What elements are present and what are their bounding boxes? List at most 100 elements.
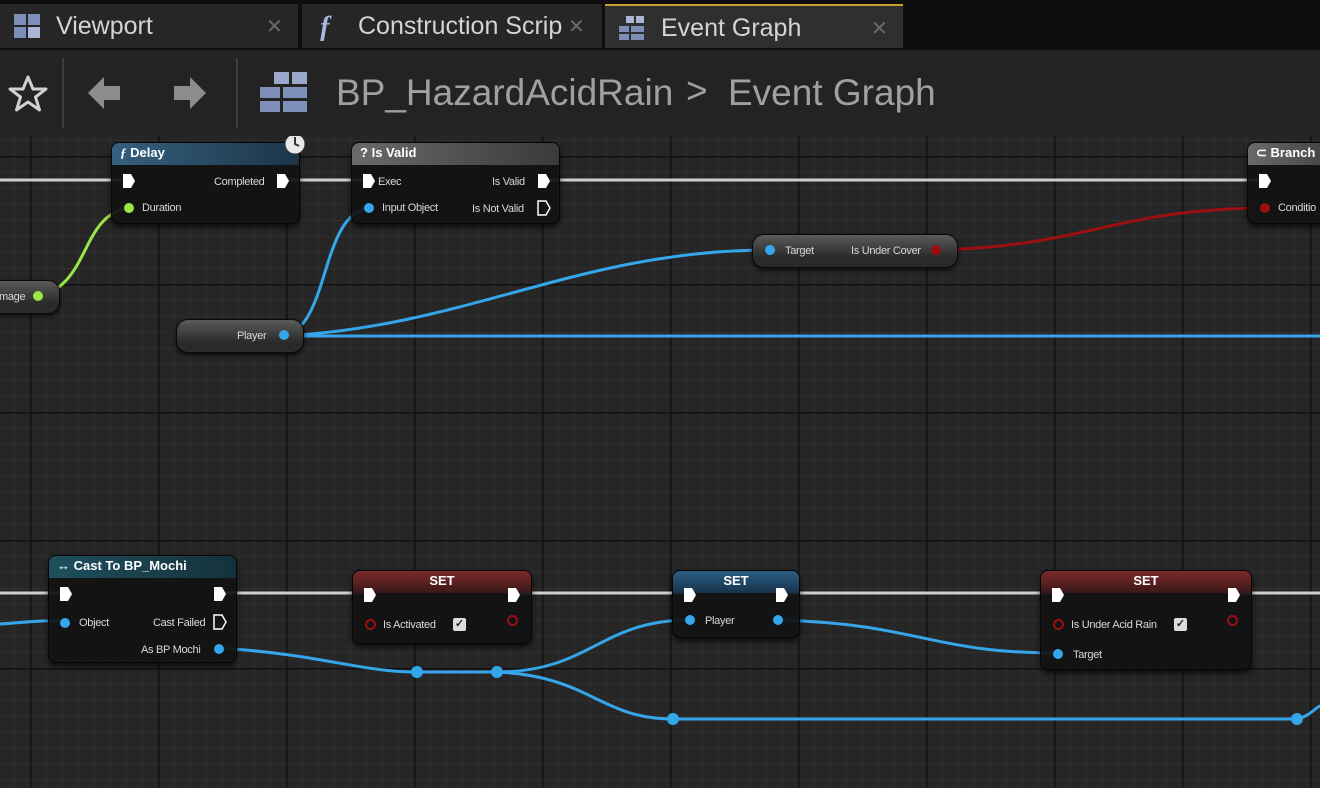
pin-label: Is Not Valid — [472, 203, 524, 215]
is-under-acid-rain-checkbox[interactable]: ✓ — [1174, 618, 1187, 631]
exec-output-pin[interactable] — [537, 173, 551, 189]
object-wire — [282, 248, 772, 338]
bool-input-pin[interactable] — [365, 619, 376, 630]
node-header: ? Is Valid — [352, 143, 559, 165]
object-output-pin[interactable] — [279, 330, 289, 340]
object-input-pin[interactable] — [364, 203, 374, 213]
pin-label: Target — [785, 245, 814, 257]
variable-label: Player — [237, 330, 267, 342]
svg-text:f: f — [320, 12, 332, 41]
tab-label: Construction Scrip — [358, 12, 563, 40]
set-player-node[interactable]: SET Player — [672, 570, 800, 638]
object-output-pin[interactable] — [214, 644, 224, 654]
exec-input-pin[interactable] — [1258, 173, 1272, 189]
tab-construction-script[interactable]: f Construction Scrip ✕ — [302, 4, 602, 48]
exec-input-pin[interactable] — [122, 173, 136, 189]
object-input-pin[interactable] — [765, 245, 775, 255]
pin-label: Input Object — [382, 202, 438, 214]
breadcrumb-blueprint[interactable]: BP_HazardAcidRain — [336, 72, 673, 114]
function-icon: ƒ — [120, 145, 127, 160]
exec-input-pin[interactable] — [363, 587, 377, 603]
breadcrumb-graph[interactable]: Event Graph — [728, 72, 936, 114]
reroute-node[interactable] — [667, 713, 679, 725]
close-icon[interactable]: ✕ — [266, 14, 283, 39]
pin-label: Is Under Acid Rain — [1071, 619, 1157, 631]
exec-output-pin[interactable] — [213, 586, 227, 602]
object-input-pin[interactable] — [685, 615, 695, 625]
reroute-node[interactable] — [1291, 713, 1303, 725]
float-input-pin[interactable] — [124, 203, 134, 213]
question-icon: ? — [360, 145, 368, 160]
node-header: SET — [353, 571, 531, 593]
pin-label: Object — [79, 617, 109, 629]
tab-event-graph[interactable]: Event Graph ✕ — [605, 4, 903, 48]
pin-label: Target — [1073, 649, 1102, 661]
pin-label: Is Under Cover — [851, 245, 921, 257]
branch-icon: ⊂ — [1256, 145, 1267, 160]
tab-viewport[interactable]: Viewport ✕ — [0, 4, 298, 48]
cast-arrow-icon: ↔ — [57, 558, 70, 573]
pin-label: Completed — [214, 176, 265, 188]
exec-output-pin[interactable] — [276, 173, 290, 189]
pin-label: Cast Failed — [153, 617, 206, 629]
variable-label: mage — [0, 291, 26, 303]
pin-label: As BP Mochi — [141, 644, 201, 656]
object-wire — [495, 670, 675, 721]
set-is-activated-node[interactable]: SET Is Activated ✓ — [352, 570, 532, 644]
object-wire — [282, 206, 370, 338]
node-title: Delay — [130, 145, 165, 160]
bool-output-pin[interactable] — [931, 245, 941, 255]
exec-input-pin[interactable] — [59, 586, 73, 602]
close-icon[interactable]: ✕ — [871, 16, 888, 41]
node-header: ƒ Delay — [112, 143, 299, 165]
graph-toolbar: BP_HazardAcidRain > Event Graph — [0, 50, 1320, 137]
back-arrow-icon[interactable] — [86, 74, 124, 112]
object-input-pin[interactable] — [1053, 649, 1063, 659]
exec-output-pin[interactable] — [507, 587, 521, 603]
node-header: ⊂ Branch — [1248, 143, 1320, 165]
bool-input-pin[interactable] — [1260, 203, 1270, 213]
object-input-pin[interactable] — [60, 618, 70, 628]
exec-output-pin[interactable] — [775, 587, 789, 603]
graph-wires — [0, 178, 1320, 721]
exec-input-pin[interactable] — [683, 587, 697, 603]
pin-label: Duration — [142, 202, 182, 214]
cast-to-bp-mochi-node[interactable]: ↔ Cast To BP_Mochi Object Cast Failed As… — [48, 555, 237, 663]
pin-label: Is Activated — [383, 619, 436, 631]
viewport-icon — [14, 14, 40, 38]
exec-input-pin[interactable] — [362, 173, 376, 189]
pin-label: Player — [705, 615, 735, 627]
reroute-node[interactable] — [411, 666, 423, 678]
damage-variable-node[interactable]: mage — [0, 280, 60, 314]
node-title: Is Valid — [371, 145, 417, 160]
pin-label: Exec — [378, 176, 402, 188]
is-valid-node[interactable]: ? Is Valid Exec Is Valid Input Object Is… — [351, 142, 560, 224]
reroute-node[interactable] — [491, 666, 503, 678]
clock-icon — [284, 136, 306, 155]
node-header: ↔ Cast To BP_Mochi — [49, 556, 236, 578]
pin-label: Conditio — [1278, 202, 1316, 214]
player-variable-node[interactable]: Player — [176, 319, 304, 353]
delay-node[interactable]: ƒ Delay Completed Duration — [111, 142, 300, 224]
is-activated-checkbox[interactable]: ✓ — [453, 618, 466, 631]
bool-output-pin[interactable] — [507, 615, 518, 626]
close-icon[interactable]: ✕ — [568, 14, 585, 39]
exec-output-pin[interactable] — [537, 200, 551, 216]
exec-input-pin[interactable] — [1051, 587, 1065, 603]
toolbar-separator — [62, 58, 64, 128]
exec-output-pin[interactable] — [213, 614, 227, 630]
exec-output-pin[interactable] — [1227, 587, 1241, 603]
object-output-pin[interactable] — [773, 615, 783, 625]
set-is-under-acid-rain-node[interactable]: SET Is Under Acid Rain ✓ Target — [1040, 570, 1252, 670]
is-under-cover-node[interactable]: Target Is Under Cover — [752, 234, 958, 268]
favorite-star-icon[interactable] — [8, 74, 48, 114]
branch-node[interactable]: ⊂ Branch Conditio — [1247, 142, 1320, 224]
forward-arrow-icon[interactable] — [170, 74, 208, 112]
tab-bar: Viewport ✕ f Construction Scrip ✕ Event … — [0, 0, 1320, 50]
float-output-pin[interactable] — [33, 291, 43, 301]
graph-canvas[interactable]: mage Player ƒ Delay Completed Duration ?… — [0, 136, 1320, 788]
pin-label: Is Valid — [492, 176, 525, 188]
tab-label: Event Graph — [661, 14, 802, 42]
bool-output-pin[interactable] — [1227, 615, 1238, 626]
bool-input-pin[interactable] — [1053, 619, 1064, 630]
